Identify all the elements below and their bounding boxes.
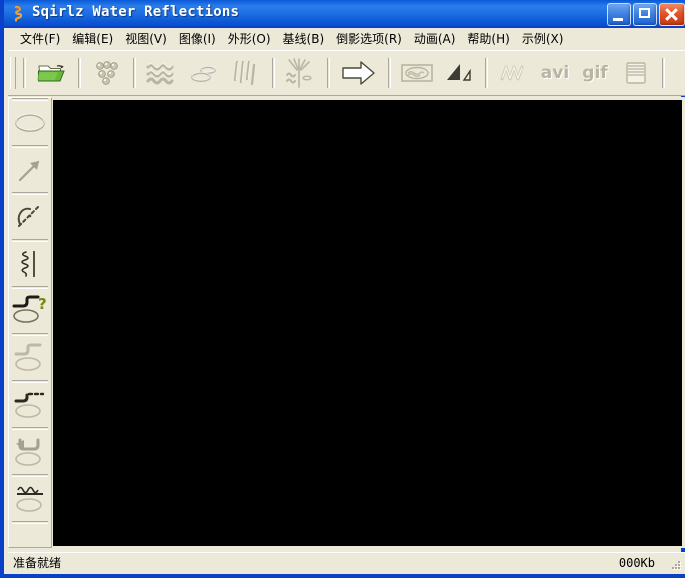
maximize-icon <box>639 8 650 18</box>
perspective-button[interactable] <box>438 53 480 93</box>
menu-baseline[interactable]: 基线(B) <box>277 30 331 48</box>
menu-bar: 文件(F) 编辑(E) 视图(V) 图像(I) 外形(O) 基线(B) 倒影选项… <box>8 28 685 50</box>
menu-help[interactable]: 帮助(H) <box>461 30 515 48</box>
export-gif-button[interactable]: gif <box>575 53 615 93</box>
waves-icon <box>145 59 179 87</box>
export-avi-button[interactable]: avi <box>535 53 575 93</box>
stacked-lines-icon <box>623 60 649 86</box>
play-button[interactable] <box>335 53 383 93</box>
caption-button-group <box>607 3 685 26</box>
toolbar-separator <box>327 58 330 88</box>
image-canvas[interactable] <box>53 100 682 546</box>
wave-anim-button[interactable] <box>493 53 535 93</box>
minimize-button[interactable] <box>607 3 631 26</box>
toolbar-grip[interactable] <box>10 57 16 89</box>
step-ellipse-query-icon: ? <box>11 294 49 328</box>
tool-help-shape[interactable]: ? <box>9 289 51 333</box>
tool-step-shape[interactable] <box>9 336 51 380</box>
tool-curve-edit[interactable] <box>9 195 51 239</box>
menu-examples[interactable]: 示例(X) <box>516 30 570 48</box>
status-bar: 准备就绪 000Kb <box>8 552 685 574</box>
status-message: 准备就绪 <box>13 556 62 570</box>
zigzag-wave-icon <box>499 60 529 86</box>
tool-palette: ? <box>8 97 52 548</box>
svg-text:?: ? <box>38 295 47 313</box>
open-file-button[interactable] <box>31 53 73 93</box>
tool-arrow-step-shape[interactable] <box>9 430 51 474</box>
step-ellipse-icon <box>12 341 48 375</box>
combined-effect-icon <box>283 57 319 89</box>
palette-separator <box>12 521 48 524</box>
tool-ellipse-select[interactable] <box>9 101 51 145</box>
menu-reflection-options[interactable]: 倒影选项(R) <box>330 30 408 48</box>
toolbar-separator <box>133 58 136 88</box>
open-folder-icon <box>37 60 67 86</box>
menu-shape[interactable]: 外形(O) <box>222 30 277 48</box>
combined-effects-button[interactable] <box>280 53 322 93</box>
tool-dashed-step-shape[interactable] <box>9 383 51 427</box>
squiggle-app-icon <box>9 4 28 23</box>
curve-dashed-icon <box>14 202 46 232</box>
window-frame: Sqirlz Water Reflections 文件(F) 编辑(E) 视图(… <box>0 0 685 578</box>
frames-list-button[interactable] <box>615 53 657 93</box>
ripples-button[interactable] <box>183 53 225 93</box>
rain-button[interactable] <box>225 53 267 93</box>
main-toolbar: avi gif <box>8 50 685 96</box>
menu-image[interactable]: 图像(I) <box>173 30 222 48</box>
arrow-step-ellipse-icon <box>12 435 48 469</box>
tool-wave-line-shape[interactable] <box>9 477 51 521</box>
rain-streaks-icon <box>231 58 261 88</box>
status-file-size: 000Kb <box>618 556 655 570</box>
menu-file[interactable]: 文件(F) <box>14 30 66 48</box>
menu-edit[interactable]: 编辑(E) <box>66 30 119 48</box>
water-drops-icon <box>91 59 123 87</box>
resize-grip[interactable] <box>669 559 683 573</box>
ripple-drops-button[interactable] <box>86 53 128 93</box>
application-window: Sqirlz Water Reflections 文件(F) 编辑(E) 视图(… <box>0 0 685 578</box>
menu-view[interactable]: 视图(V) <box>119 30 173 48</box>
menu-animation[interactable]: 动画(A) <box>408 30 462 48</box>
right-arrow-icon <box>341 59 377 87</box>
toolbar-separator <box>388 58 391 88</box>
toolbar-separator <box>23 58 26 88</box>
tool-wave-baseline[interactable] <box>9 242 51 286</box>
window-title: Sqirlz Water Reflections <box>32 4 240 20</box>
minimize-icon <box>613 18 623 21</box>
tool-line-draw[interactable] <box>9 148 51 192</box>
ripple-rings-icon <box>188 59 220 87</box>
maximize-button[interactable] <box>633 3 657 26</box>
preview-frame-icon <box>400 61 434 85</box>
arrow-diagonal-icon <box>15 155 45 185</box>
canvas-container <box>52 97 685 548</box>
ellipse-icon <box>13 111 47 135</box>
close-button[interactable] <box>659 3 685 26</box>
waves-button[interactable] <box>141 53 183 93</box>
squiggle-bar-icon <box>17 248 43 280</box>
title-bar: Sqirlz Water Reflections <box>4 0 685 28</box>
toolbar-separator <box>662 58 665 88</box>
triangle-perspective-icon <box>444 61 474 85</box>
toolbar-separator <box>485 58 488 88</box>
toolbar-separator <box>78 58 81 88</box>
toolbar-separator <box>272 58 275 88</box>
wave-line-ellipse-icon <box>12 482 48 516</box>
dashed-step-ellipse-icon <box>12 388 48 422</box>
preview-frame-button[interactable] <box>396 53 438 93</box>
